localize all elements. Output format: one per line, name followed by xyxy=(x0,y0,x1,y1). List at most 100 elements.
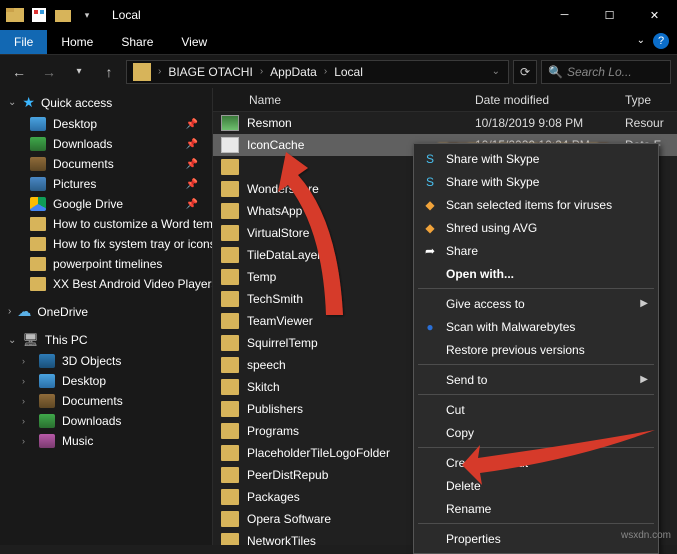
sidebar-item[interactable]: › Desktop xyxy=(0,371,212,391)
sidebar-item[interactable]: powerpoint timelines xyxy=(0,254,212,274)
breadcrumb[interactable]: BIAGE OTACHI xyxy=(164,65,256,79)
search-input[interactable]: 🔍 Search Lo... xyxy=(541,60,671,84)
menu-item[interactable]: ➦Share xyxy=(416,239,656,262)
file-icon xyxy=(221,467,239,483)
chevron-right-icon[interactable]: › xyxy=(22,436,32,446)
file-row[interactable]: Resmon 10/18/2019 9:08 PM Resour xyxy=(213,112,677,134)
column-headers[interactable]: Name Date modified Type xyxy=(213,88,677,112)
sidebar-this-pc[interactable]: ⌄ 🖥 This PC xyxy=(0,329,212,351)
sidebar-item[interactable]: Desktop 📌 xyxy=(0,114,212,134)
menu-item[interactable]: ●Scan with Malwarebytes xyxy=(416,315,656,338)
chevron-right-icon[interactable]: › xyxy=(8,306,11,317)
chevron-right-icon[interactable]: › xyxy=(22,356,32,366)
address-bar[interactable]: › BIAGE OTACHI › AppData › Local ⌄ xyxy=(126,60,509,84)
menu-item-icon: ◆ xyxy=(422,197,438,213)
column-type[interactable]: Type xyxy=(625,93,677,107)
search-icon: 🔍 xyxy=(548,65,563,79)
menu-item[interactable]: Give access to▶ xyxy=(416,292,656,315)
menu-item-label: Share xyxy=(446,244,478,258)
ribbon-expand-icon[interactable]: ⌄ xyxy=(637,35,645,46)
menu-item-label: Give access to xyxy=(446,297,525,311)
sidebar-item[interactable]: › Downloads xyxy=(0,411,212,431)
chevron-right-icon[interactable]: › xyxy=(22,396,32,406)
sidebar-item[interactable]: Documents 📌 xyxy=(0,154,212,174)
chevron-right-icon[interactable]: › xyxy=(321,66,330,77)
tab-share[interactable]: Share xyxy=(107,30,167,54)
folder-icon xyxy=(39,394,55,408)
folder-icon xyxy=(39,374,55,388)
chevron-right-icon[interactable]: › xyxy=(22,376,32,386)
tab-home[interactable]: Home xyxy=(47,30,107,54)
tab-view[interactable]: View xyxy=(167,30,221,54)
menu-item-label: Cut xyxy=(446,403,465,417)
file-icon xyxy=(221,357,239,373)
sidebar-item-label: Desktop xyxy=(53,117,97,131)
folder-icon xyxy=(30,237,46,251)
chevron-right-icon[interactable]: › xyxy=(22,416,32,426)
close-button[interactable]: ✕ xyxy=(632,0,677,30)
navigation-bar: ← → ▾ ↑ › BIAGE OTACHI › AppData › Local… xyxy=(0,54,677,88)
tab-file[interactable]: File xyxy=(0,30,47,54)
sidebar-item-label: 3D Objects xyxy=(62,354,121,368)
refresh-button[interactable]: ⟳ xyxy=(513,60,537,84)
breadcrumb[interactable]: Local xyxy=(330,65,367,79)
maximize-button[interactable]: ☐ xyxy=(587,0,632,30)
up-button[interactable]: ↑ xyxy=(96,59,122,85)
menu-item[interactable]: SShare with Skype xyxy=(416,170,656,193)
menu-item[interactable]: ◆Shred using AVG xyxy=(416,216,656,239)
sidebar-item[interactable]: Downloads 📌 xyxy=(0,134,212,154)
minimize-button[interactable]: ─ xyxy=(542,0,587,30)
file-icon xyxy=(221,533,239,545)
sidebar-item[interactable]: Pictures 📌 xyxy=(0,174,212,194)
menu-item[interactable]: SShare with Skype xyxy=(416,147,656,170)
menu-item[interactable]: Open with... xyxy=(416,262,656,285)
qat-newfolder-icon[interactable] xyxy=(52,4,74,26)
sidebar-label: Quick access xyxy=(41,96,112,110)
sidebar-item[interactable]: › 3D Objects xyxy=(0,351,212,371)
sidebar-item[interactable]: Google Drive 📌 xyxy=(0,194,212,214)
file-icon xyxy=(221,137,239,153)
folder-icon xyxy=(30,117,46,131)
sidebar-onedrive[interactable]: › ☁ OneDrive xyxy=(0,300,212,323)
sidebar-item[interactable]: › Music xyxy=(0,431,212,451)
navigation-pane[interactable]: ⌄ ★ Quick access Desktop 📌 Downloads 📌 D… xyxy=(0,88,213,545)
column-date[interactable]: Date modified xyxy=(475,93,625,107)
file-icon xyxy=(221,313,239,329)
menu-item[interactable]: Create shortcut xyxy=(416,451,656,474)
chevron-down-icon[interactable]: ⌄ xyxy=(8,335,16,346)
qat-properties-icon[interactable] xyxy=(28,4,50,26)
forward-button[interactable]: → xyxy=(36,59,62,85)
menu-item[interactable]: Cut xyxy=(416,398,656,421)
sidebar-item-label: Music xyxy=(62,434,93,448)
sidebar-item[interactable]: XX Best Android Video Players xyxy=(0,274,212,294)
menu-item[interactable]: Send to▶ xyxy=(416,368,656,391)
sidebar-item[interactable]: › Documents xyxy=(0,391,212,411)
column-name[interactable]: Name xyxy=(247,93,475,107)
qat-dropdown-icon[interactable]: ▾ xyxy=(76,4,98,26)
menu-item[interactable]: Rename xyxy=(416,497,656,520)
menu-item[interactable]: Delete xyxy=(416,474,656,497)
menu-item[interactable]: Restore previous versions xyxy=(416,338,656,361)
back-button[interactable]: ← xyxy=(6,59,32,85)
pin-icon: 📌 xyxy=(186,179,204,190)
breadcrumb[interactable]: AppData xyxy=(266,65,321,79)
help-icon[interactable]: ? xyxy=(653,33,669,49)
menu-item[interactable]: Copy xyxy=(416,421,656,444)
sidebar-item[interactable]: How to customize a Word template xyxy=(0,214,212,234)
menu-item-label: Scan with Malwarebytes xyxy=(446,320,575,334)
sidebar-label: This PC xyxy=(45,333,88,347)
folder-icon xyxy=(30,157,46,171)
sidebar-item[interactable]: How to fix system tray or icons missing xyxy=(0,234,212,254)
sidebar-item-label: Documents xyxy=(62,394,123,408)
chevron-right-icon[interactable]: › xyxy=(155,66,164,77)
sidebar-quick-access[interactable]: ⌄ ★ Quick access xyxy=(0,91,212,114)
sidebar-item-label: Downloads xyxy=(53,137,112,151)
chevron-right-icon[interactable]: › xyxy=(257,66,266,77)
file-icon xyxy=(221,159,239,175)
menu-separator xyxy=(418,394,654,395)
recent-locations-icon[interactable]: ▾ xyxy=(66,59,92,85)
address-dropdown-icon[interactable]: ⌄ xyxy=(486,66,506,77)
cloud-icon: ☁ xyxy=(17,303,31,320)
menu-item[interactable]: ◆Scan selected items for viruses xyxy=(416,193,656,216)
chevron-down-icon[interactable]: ⌄ xyxy=(8,97,16,108)
